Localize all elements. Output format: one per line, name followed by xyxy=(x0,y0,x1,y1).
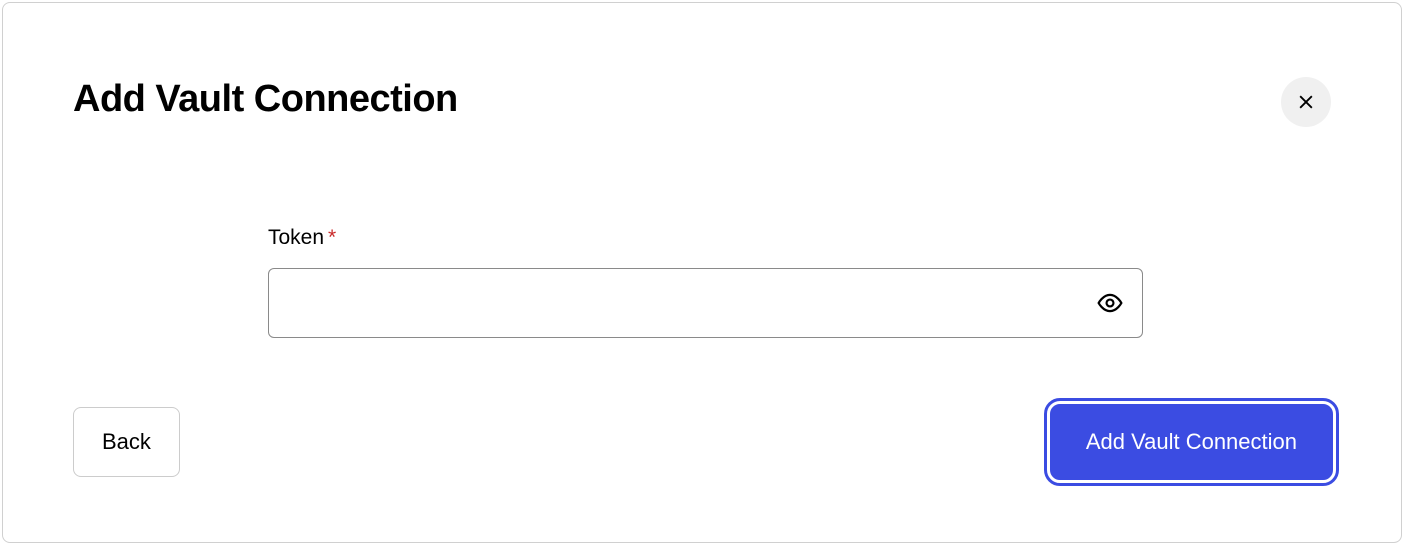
eye-icon xyxy=(1097,290,1123,316)
token-label-wrapper: Token* xyxy=(268,231,336,248)
toggle-visibility-button[interactable] xyxy=(1095,288,1125,318)
modal-footer: Back Add Vault Connection xyxy=(73,404,1341,480)
token-input[interactable] xyxy=(268,268,1143,338)
token-input-wrapper xyxy=(268,268,1143,338)
add-vault-connection-button[interactable]: Add Vault Connection xyxy=(1050,404,1333,480)
form-section: Token* xyxy=(268,226,1143,338)
modal-title: Add Vault Connection xyxy=(73,78,1331,121)
required-indicator: * xyxy=(328,226,336,249)
close-button[interactable] xyxy=(1281,77,1331,127)
close-icon xyxy=(1296,92,1316,112)
token-label: Token xyxy=(268,226,324,250)
back-button[interactable]: Back xyxy=(73,407,180,477)
add-vault-connection-modal: Add Vault Connection Token* Back Add Vau… xyxy=(2,2,1402,543)
